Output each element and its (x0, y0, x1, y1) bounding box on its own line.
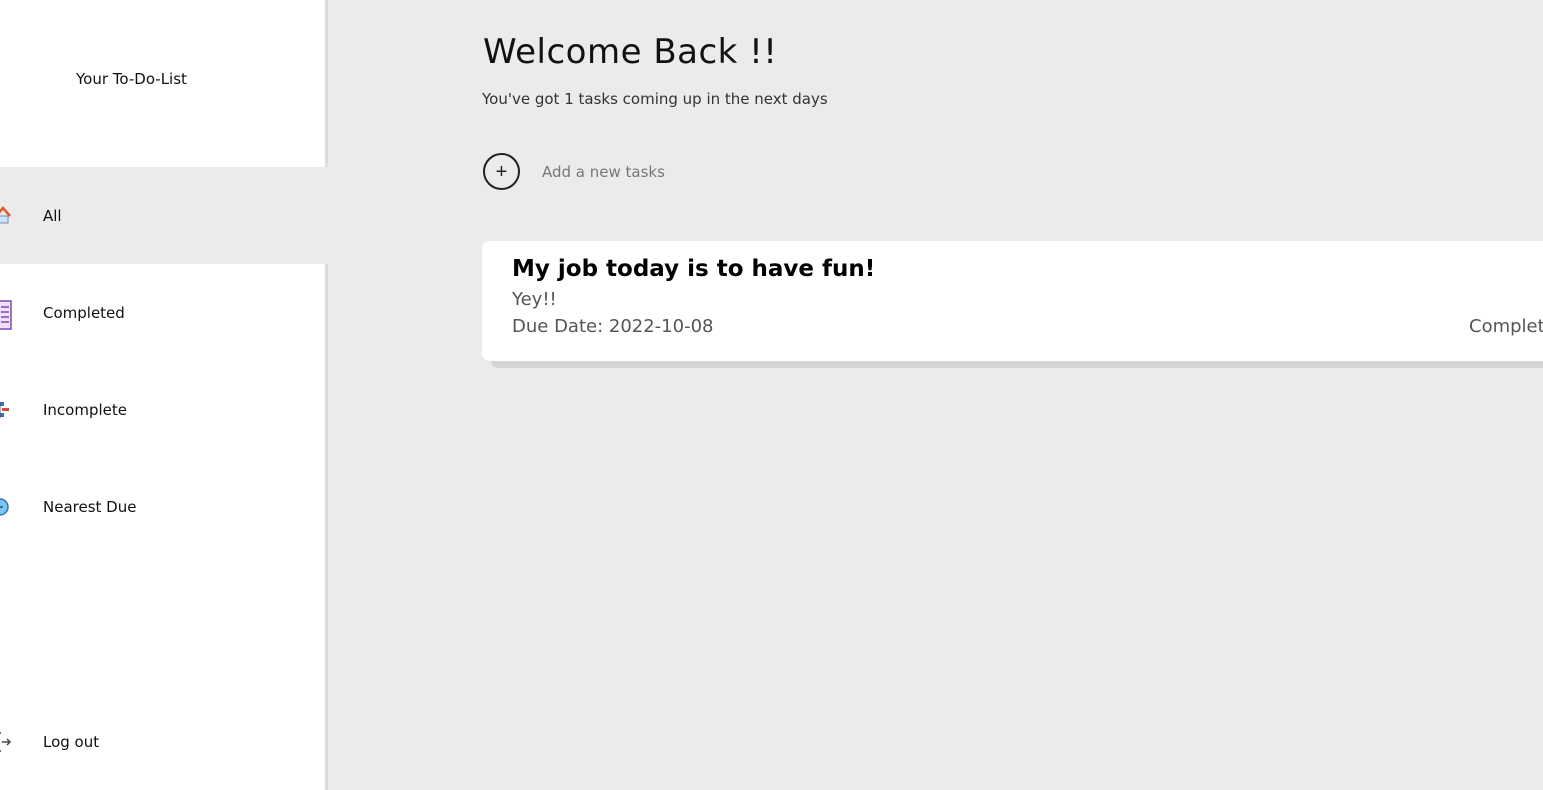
page-title: Welcome Back !! (483, 32, 778, 72)
add-task-row[interactable]: + Add a new tasks (483, 153, 665, 190)
sidebar-item-label: Incomplete (43, 400, 127, 419)
main-content: Welcome Back !! You've got 1 tasks comin… (331, 0, 1543, 790)
tasks-icon (0, 397, 12, 423)
task-card[interactable]: My job today is to have fun! Yey!! Due D… (482, 241, 1543, 361)
sidebar-item-completed[interactable]: Completed (0, 264, 328, 361)
add-task-label[interactable]: Add a new tasks (542, 163, 665, 181)
task-status-button[interactable]: Completed (1469, 316, 1543, 337)
app-root: Your To-Do-List All Completed Incomplete… (0, 0, 1543, 790)
sidebar-item-label: All (43, 206, 62, 225)
sidebar-item-label: Nearest Due (43, 497, 137, 516)
sidebar-item-all[interactable]: All (0, 167, 328, 264)
page-subtitle: You've got 1 tasks coming up in the next… (482, 90, 828, 108)
sidebar-item-label: Completed (43, 303, 125, 322)
add-task-button[interactable]: + (483, 153, 520, 190)
sidebar: Your To-Do-List All Completed Incomplete… (0, 0, 328, 790)
logout-icon (0, 729, 12, 755)
home-icon (0, 203, 12, 229)
list-icon (0, 299, 12, 330)
sidebar-item-nearest-due[interactable]: Nearest Due (0, 458, 328, 555)
task-title: My job today is to have fun! (512, 256, 876, 282)
logout-label: Log out (43, 732, 100, 751)
brand-title: Your To-Do-List (76, 70, 187, 88)
task-due-date: Due Date: 2022-10-08 (512, 316, 714, 337)
clock-icon (0, 494, 12, 520)
logout-button[interactable]: Log out (0, 693, 328, 790)
sidebar-item-incomplete[interactable]: Incomplete (0, 361, 328, 458)
task-description: Yey!! (512, 289, 557, 310)
